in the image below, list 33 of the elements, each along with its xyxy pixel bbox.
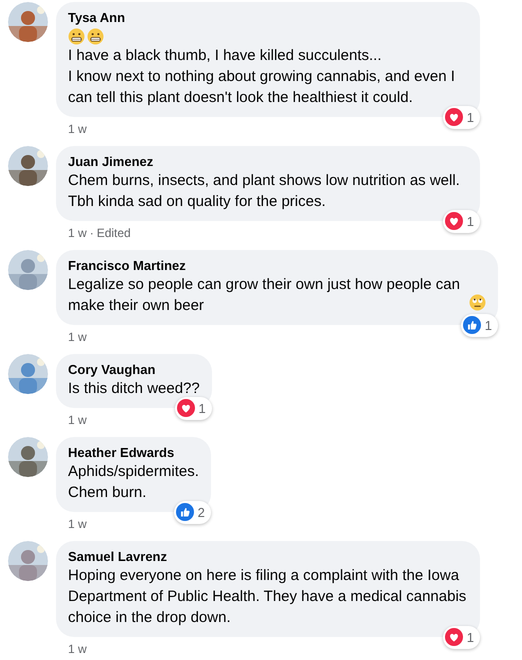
reaction-badge[interactable]: 1 (174, 396, 212, 420)
author-name[interactable]: Samuel Lavrenz (68, 549, 468, 565)
comment-text: Chem burn. (68, 483, 146, 503)
timestamp[interactable]: 1 w (68, 121, 87, 137)
comment-text: Aphids/spidermites. (68, 462, 199, 482)
author-name[interactable]: Heather Edwards (68, 445, 199, 461)
comment-text: Chem burns, insects, and plant shows low nutrition as well. Tbh kinda sad on quality for the prices. (68, 171, 461, 212)
reaction-badge[interactable]: 1 (442, 626, 480, 649)
grimacing-face-icon (87, 28, 104, 45)
comment-text: I have a black thumb, I have killed succulents... (68, 46, 382, 66)
author-name[interactable]: Tysa Ann (68, 10, 468, 26)
edited-label: Edited (96, 225, 131, 241)
author-name[interactable]: Juan Jimenez (68, 154, 468, 170)
grimacing-face-icon (68, 28, 85, 45)
comment-text: Legalize so people can grow their own just how people can make their own beer (68, 275, 461, 316)
reaction-badge[interactable]: 2 (174, 500, 211, 524)
timestamp[interactable]: 1 w (68, 516, 87, 532)
comment-text: I know next to nothing about growing cannabis, and even I can tell this plant doesn't look the healthiest it could. (68, 67, 456, 108)
timestamp[interactable]: 1 w (68, 641, 87, 657)
thumbs-up-icon (462, 316, 481, 334)
reaction-badge[interactable]: 1 (442, 106, 480, 129)
author-name[interactable]: Francisco Martinez (68, 258, 486, 274)
comment-text: Is this ditch weed?? (68, 379, 200, 399)
thumbs-up-icon (176, 503, 194, 522)
timestamp[interactable]: 1 w (68, 412, 87, 428)
timestamp[interactable]: 1 w (68, 329, 87, 345)
timestamp[interactable]: 1 w (68, 225, 87, 241)
separator-dot: · (90, 225, 94, 241)
author-name[interactable]: Cory Vaughan (68, 362, 200, 378)
reaction-badge[interactable]: 1 (442, 210, 480, 233)
eye-roll-face-icon (469, 294, 486, 311)
reaction-badge[interactable]: 1 (460, 314, 498, 337)
comment-text: Hoping everyone on here is filing a complaint with the Iowa Department of Public Health. They have a medical cannabis choice in the drop down. (68, 566, 468, 628)
